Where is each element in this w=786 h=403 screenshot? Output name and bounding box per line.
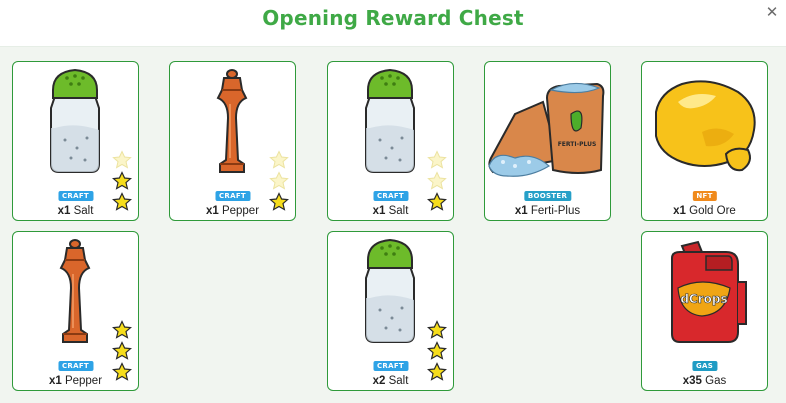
reward-name: Salt bbox=[388, 375, 409, 387]
reward-quantity: x1 bbox=[673, 205, 686, 217]
category-badge: BOOSTER bbox=[523, 191, 572, 201]
star-rating bbox=[427, 320, 449, 383]
reward-card-ferti-plus: FERTI-PLUS BOOSTER x1 Ferti-Plus bbox=[484, 61, 611, 221]
reward-quantity: x35 bbox=[682, 375, 702, 387]
reward-quantity: x1 bbox=[205, 205, 219, 217]
star-empty-icon bbox=[427, 171, 447, 190]
reward-quantity: x1 bbox=[514, 205, 528, 217]
reward-label: x1 Pepper bbox=[13, 375, 138, 387]
can-label: dCrops bbox=[680, 292, 727, 306]
reward-name: Pepper bbox=[221, 205, 260, 217]
category-badge: CRAFT bbox=[372, 361, 409, 371]
reward-card-pepper: CRAFT x1 Pepper bbox=[12, 231, 139, 391]
reward-label: x1 Pepper bbox=[170, 205, 295, 217]
star-empty-icon bbox=[427, 150, 447, 169]
star-filled-icon bbox=[112, 341, 132, 360]
modal-title: Opening Reward Chest bbox=[262, 6, 524, 30]
sack-label: FERTI-PLUS bbox=[558, 141, 597, 148]
category-badge: NFT bbox=[692, 191, 717, 201]
star-empty-icon bbox=[269, 150, 289, 169]
reward-name: Ferti-Plus bbox=[530, 205, 581, 217]
category-badge: CRAFT bbox=[57, 361, 94, 371]
reward-name: Gold Ore bbox=[689, 205, 736, 217]
star-rating bbox=[269, 150, 291, 213]
reward-quantity: x1 bbox=[48, 375, 62, 387]
reward-name: Salt bbox=[73, 205, 94, 217]
star-rating bbox=[427, 150, 449, 213]
rewards-grid: CRAFT x1 Salt CRAFT x1 Pepper CRAFT x1 S… bbox=[0, 47, 786, 403]
reward-label: x1 Ferti-Plus bbox=[485, 205, 610, 217]
reward-quantity: x1 bbox=[372, 205, 386, 217]
category-badge: CRAFT bbox=[214, 191, 251, 201]
category-badge: CRAFT bbox=[372, 191, 409, 201]
reward-label: x2 Salt bbox=[328, 375, 453, 387]
star-filled-icon bbox=[112, 171, 132, 190]
star-rating bbox=[112, 320, 134, 383]
star-empty-icon bbox=[112, 150, 132, 169]
reward-name: Salt bbox=[388, 205, 409, 217]
category-badge: GAS bbox=[691, 361, 718, 371]
reward-card-salt: CRAFT x1 Salt bbox=[12, 61, 139, 221]
star-filled-icon bbox=[427, 320, 447, 339]
reward-card-pepper: CRAFT x1 Pepper bbox=[169, 61, 296, 221]
close-icon[interactable]: ✕ bbox=[765, 5, 779, 20]
reward-label: x35 Gas bbox=[642, 375, 767, 387]
reward-name: Pepper bbox=[64, 375, 103, 387]
reward-card-salt: CRAFT x1 Salt bbox=[327, 61, 454, 221]
gas-can-icon: dCrops bbox=[671, 240, 747, 343]
modal-header: Opening Reward Chest ✕ bbox=[0, 0, 786, 47]
fertilizer-sack-icon: FERTI-PLUS bbox=[488, 82, 605, 177]
reward-quantity: x1 bbox=[57, 205, 71, 217]
reward-name: Gas bbox=[705, 375, 727, 387]
star-rating bbox=[112, 150, 134, 213]
star-filled-icon bbox=[427, 341, 447, 360]
reward-label: x1 Salt bbox=[328, 205, 453, 217]
star-filled-icon bbox=[112, 320, 132, 339]
reward-label: x1 Salt bbox=[13, 205, 138, 217]
reward-quantity: x2 bbox=[372, 375, 386, 387]
category-badge: CRAFT bbox=[57, 191, 94, 201]
reward-card-salt: CRAFT x2 Salt bbox=[327, 231, 454, 391]
star-empty-icon bbox=[269, 171, 289, 190]
reward-label: x1 Gold Ore bbox=[642, 205, 767, 217]
reward-card-gold-ore: NFT x1 Gold Ore bbox=[641, 61, 768, 221]
gold-ore-icon bbox=[655, 80, 756, 172]
reward-card-gas: dCrops GAS x35 Gas bbox=[641, 231, 768, 391]
